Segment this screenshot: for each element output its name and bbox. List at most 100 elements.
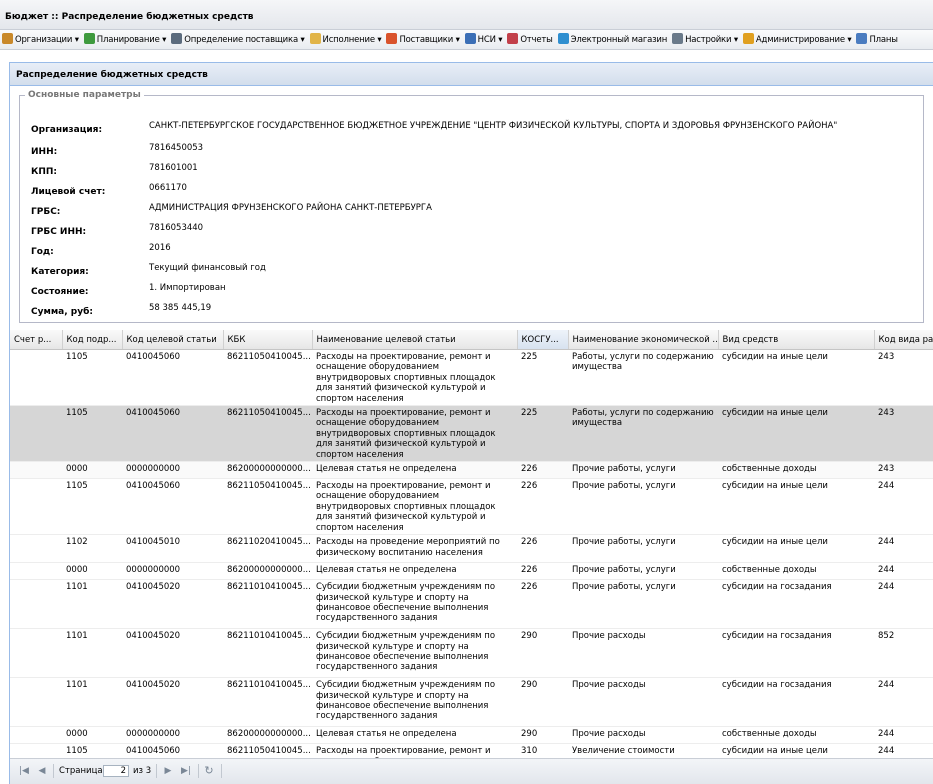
column-header[interactable]: КБК [223, 330, 313, 350]
table-cell: 1105 [62, 349, 122, 407]
table-cell: 86211010410045... [223, 579, 312, 630]
table-cell: Прочие расходы [568, 677, 718, 728]
page-number-input[interactable] [103, 765, 129, 777]
planning-icon [83, 33, 95, 44]
table-row[interactable]: 1102 0410045010 86211020410045... Расходы н… [10, 534, 933, 564]
column-header[interactable]: КОСГУ... [517, 330, 569, 350]
column-header[interactable]: Счет р... [10, 330, 63, 350]
table-row[interactable]: 1105 0410045060 86211050410045... Расходы н… [10, 405, 933, 463]
main-menu-bar: Организации ▾ Планирование ▾ Определение п… [0, 30, 933, 50]
table-cell: 226 [517, 478, 568, 536]
table-cell: собственные доходы [718, 461, 874, 480]
table-cell: 225 [517, 349, 568, 407]
table-cell: субсидии на иные цели [718, 478, 874, 536]
table-cell: 0410045020 [122, 628, 223, 679]
table-cell: 86211050410045... [223, 478, 312, 536]
table-cell: Прочие работы, услуги [568, 478, 718, 536]
menu-item-5[interactable]: НСИ ▾ [463, 30, 506, 49]
table-cell: субсидии на госзадания [718, 677, 874, 728]
table-cell: Расходы на проектирование, ремонт и осна… [312, 478, 517, 536]
table-cell: субсидии на иные цели [718, 405, 874, 463]
first-page-icon[interactable]: |◀ [18, 765, 30, 777]
table-cell: Целевая статья не определена [312, 726, 517, 745]
table-cell: 0000 [62, 562, 122, 581]
table-cell: Увеличение стоимости основных средств [568, 743, 718, 758]
param-value: 781601001 [149, 163, 198, 173]
table-row[interactable]: 0000 0000000000 86200000000000... Целевая с… [10, 562, 933, 581]
param-value: 1. Импортирован [149, 283, 226, 293]
table-row[interactable]: 1105 0410045060 86211050410045... Расходы н… [10, 349, 933, 407]
menu-item-0[interactable]: Организации ▾ [0, 30, 82, 49]
gear-icon [171, 33, 183, 44]
table-row[interactable]: 1101 0410045020 86211010410045... Субсидии … [10, 628, 933, 679]
table-cell: Расходы на проведение мероприятий по физ… [312, 534, 517, 564]
column-header[interactable]: Код целевой статьи [122, 330, 224, 350]
table-cell: 1105 [62, 405, 122, 463]
table-row[interactable]: 1101 0410045020 86211010410045... Субсидии … [10, 677, 933, 728]
refresh-icon[interactable]: ↻ [203, 765, 215, 777]
menu-item-1[interactable]: Планирование ▾ [82, 30, 169, 49]
column-header[interactable]: Код вида расх [874, 330, 933, 350]
menu-item-label: Планирование [96, 35, 160, 45]
table-cell: 226 [517, 534, 568, 564]
table-cell: 226 [517, 562, 568, 581]
param-value: 58 385 445,19 [149, 303, 212, 313]
chevron-down-icon: ▾ [453, 35, 460, 45]
table-cell: 1105 [62, 743, 122, 758]
table-cell: 86211050410045... [223, 743, 312, 758]
next-page-icon[interactable]: ▶ [162, 765, 174, 777]
param-label: Состояние: [31, 287, 89, 297]
table-row[interactable]: 1105 0410045060 86211050410045... Расходы н… [10, 743, 933, 758]
table-row[interactable]: 0000 0000000000 86200000000000... Целевая с… [10, 461, 933, 480]
last-page-icon[interactable]: ▶| [180, 765, 192, 777]
table-cell: 1101 [62, 628, 122, 679]
column-header[interactable]: Вид средств [718, 330, 875, 350]
table-row[interactable]: 1105 0410045060 86211050410045... Расходы н… [10, 478, 933, 536]
previous-page-icon[interactable]: ◀ [36, 765, 48, 777]
distribution-grid[interactable]: Счет р... Код подр... Код целевой статьи КБ… [10, 330, 933, 758]
menu-item-label: Организации [15, 35, 73, 45]
menu-item-8[interactable]: Настройки ▾ [670, 30, 741, 49]
chevron-down-icon: ▾ [495, 35, 503, 45]
table-cell: Прочие работы, услуги [568, 562, 718, 581]
menu-item-label: Исполнение [322, 35, 376, 45]
table-cell: 0000000000 [122, 461, 223, 480]
table-cell: Расходы на проектирование, ремонт и осна… [312, 743, 517, 758]
table-cell: субсидии на госзадания [718, 579, 874, 630]
chevron-down-icon: ▾ [374, 35, 382, 45]
menu-item-2[interactable]: Определение поставщика ▾ [169, 30, 307, 49]
table-cell: 852 [874, 628, 933, 679]
menu-item-6[interactable]: Отчеты [505, 30, 555, 49]
table-cell: Целевая статья не определена [312, 562, 517, 581]
pagination-toolbar: |◀ ◀ Страница из 3 ▶ ▶| ↻ [10, 758, 933, 784]
table-cell: 0410045010 [122, 534, 223, 564]
param-value: АДМИНИСТРАЦИЯ ФРУНЗЕНСКОГО РАЙОНА САНКТ-… [149, 203, 432, 213]
table-cell: Прочие расходы [568, 628, 718, 679]
table-cell: 1102 [62, 534, 122, 564]
column-header[interactable]: Код подр... [62, 330, 123, 350]
column-header[interactable]: Наименование экономической ... [568, 330, 719, 350]
table-cell: 86211020410045... [223, 534, 312, 564]
param-label: Лицевой счет: [31, 187, 106, 197]
table-cell: 226 [517, 461, 568, 480]
pager-separator [53, 764, 54, 778]
table-cell: Субсидии бюджетным учреждениям по физиче… [312, 628, 517, 679]
menu-item-7[interactable]: Электронный магазин [556, 30, 670, 49]
column-header[interactable]: Наименование целевой статьи [312, 330, 518, 350]
table-cell: 86211050410045... [223, 405, 312, 463]
table-cell: 86200000000000... [223, 562, 312, 581]
menu-item-3[interactable]: Исполнение ▾ [308, 30, 385, 49]
menu-item-10[interactable]: Планы [854, 30, 900, 49]
param-label: КПП: [31, 167, 58, 177]
table-cell: 244 [874, 743, 933, 758]
organizations-icon [2, 33, 13, 44]
param-label: ГРБС ИНН: [31, 227, 87, 237]
table-cell: 226 [517, 579, 568, 630]
table-cell: 290 [517, 628, 568, 679]
table-cell: 290 [517, 726, 568, 745]
menu-item-4[interactable]: Поставщики ▾ [384, 30, 462, 49]
table-cell: 244 [874, 726, 933, 745]
table-row[interactable]: 0000 0000000000 86200000000000... Целевая с… [10, 726, 933, 745]
menu-item-9[interactable]: Администрирование ▾ [741, 30, 855, 49]
table-row[interactable]: 1101 0410045020 86211010410045... Субсидии … [10, 579, 933, 630]
